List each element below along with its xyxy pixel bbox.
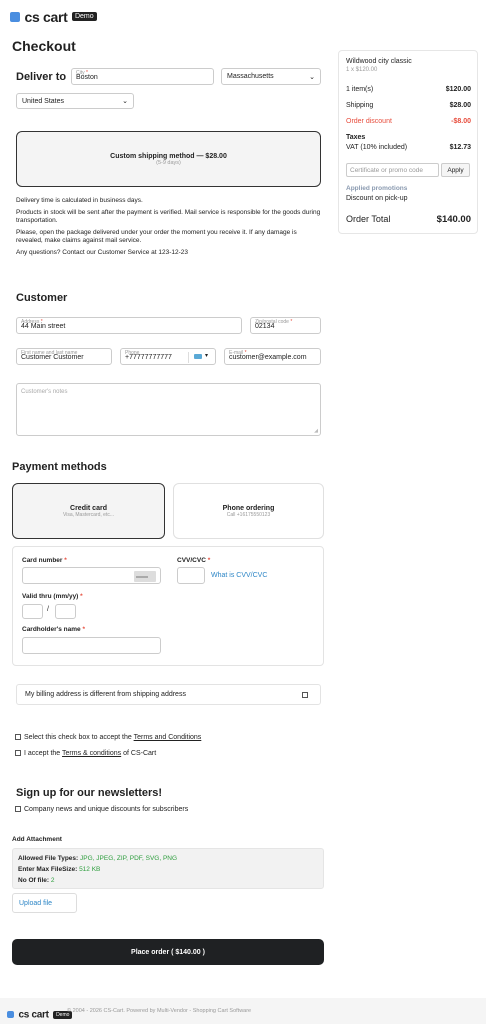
terms-checkbox-1[interactable]	[15, 734, 21, 741]
apply-promo-button[interactable]: Apply	[441, 163, 470, 177]
summary-shipping-row: Shipping $28.00	[346, 102, 471, 109]
order-total-row: Order Total $140.00	[346, 214, 471, 225]
attachment-info: Allowed File Types: JPG, JPEG, ZIP, PDF,…	[12, 848, 324, 889]
upload-file-button[interactable]: Upload file	[12, 893, 77, 913]
taxes-label: Taxes	[346, 134, 366, 141]
site-logo[interactable]: cs cart Demo	[10, 8, 97, 26]
email-field[interactable]: E-mail * customer@example.com	[224, 348, 321, 365]
zip-field[interactable]: Zip/postal code * 02134	[250, 317, 321, 334]
delivery-info: Delivery time is calculated in business …	[16, 197, 322, 261]
terms-checkbox-2[interactable]	[15, 750, 21, 757]
expiry-month-input[interactable]	[22, 604, 43, 619]
payment-method-phone[interactable]: Phone ordering Call +16175550123	[173, 483, 324, 539]
place-order-button[interactable]: Place order ( $140.00 )	[12, 939, 324, 965]
credit-card-icon	[134, 571, 156, 582]
cvv-help-link[interactable]: What is CVV/CVC	[211, 572, 267, 579]
demo-badge: Demo	[71, 12, 97, 22]
chevron-down-icon: ⌄	[122, 98, 128, 105]
cvv-label: CVV/CVC *	[177, 557, 211, 564]
cardholder-label: Cardholder's name *	[22, 626, 85, 633]
customer-notes[interactable]: Customer's notes ◢	[16, 383, 321, 436]
info-line: Delivery time is calculated in business …	[16, 197, 143, 204]
city-field[interactable]: City * Boston	[71, 68, 214, 85]
phone-field[interactable]: Phone +77777777777 ▾	[120, 348, 216, 365]
terms-row-1[interactable]: Select this check box to accept the Term…	[15, 734, 201, 741]
payment-heading: Payment methods	[12, 461, 107, 473]
summary-items-row: 1 item(s) $120.00	[346, 86, 471, 93]
order-summary: Wildwood city classic 1 x $120.00 1 item…	[338, 50, 478, 234]
deliver-heading: Deliver to	[16, 71, 67, 83]
terms-row-2[interactable]: I accept the Terms & conditions of CS-Ca…	[15, 750, 156, 757]
customer-heading: Customer	[16, 292, 68, 304]
footer-logo[interactable]: cs cart Demo	[7, 1006, 73, 1024]
payment-method-credit-card[interactable]: Credit card Visa, Mastercard, etc...	[12, 483, 165, 539]
card-number-input[interactable]	[22, 567, 161, 584]
state-select[interactable]: Massachusetts ⌄	[221, 68, 321, 85]
newsletter-checkbox[interactable]	[15, 806, 21, 813]
chevron-down-icon: ⌄	[309, 73, 315, 81]
info-line: Products in stock will be sent after the…	[16, 209, 321, 224]
cardholder-input[interactable]	[22, 637, 161, 654]
city-value: Boston	[76, 74, 98, 81]
product-name[interactable]: Wildwood city classic	[346, 58, 412, 65]
resize-handle-icon[interactable]: ◢	[314, 428, 318, 434]
shipping-title: Custom shipping method — $28.00	[110, 152, 227, 160]
country-select[interactable]: United States ⌄	[16, 93, 134, 109]
terms-link[interactable]: Terms and Conditions	[134, 734, 202, 741]
card-number-label: Card number *	[22, 557, 67, 564]
expiry-year-input[interactable]	[55, 604, 76, 619]
expiry-separator: /	[47, 606, 49, 613]
logo-text: cs cart	[24, 8, 68, 25]
summary-discount-row: Order discount -$8.00	[346, 118, 471, 125]
attachment-heading: Add Attachment	[12, 836, 62, 843]
footer: cs cart Demo © 2004 - 2026 CS-Cart. Powe…	[0, 998, 486, 1024]
valid-thru-label: Valid thru (mm/yy) *	[22, 593, 83, 600]
newsletter-option[interactable]: Company news and unique discounts for su…	[15, 806, 188, 813]
terms-link[interactable]: Terms & conditions	[62, 750, 121, 757]
name-field[interactable]: First name and last name Customer Custom…	[16, 348, 112, 365]
promotion-item: Discount on pick-up	[346, 195, 408, 202]
cvv-input[interactable]	[177, 567, 205, 584]
summary-vat-row: VAT (10% included) $12.73	[346, 144, 471, 151]
product-qty: 1 x $120.00	[346, 67, 378, 73]
info-line: Please, open the package delivered under…	[16, 229, 297, 244]
newsletter-heading: Sign up for our newsletters!	[16, 787, 163, 799]
chevron-down-icon: ▾	[205, 353, 209, 359]
shipping-method-card[interactable]: Custom shipping method — $28.00 (5-9 day…	[16, 131, 321, 187]
billing-different-row[interactable]: My billing address is different from shi…	[16, 684, 321, 705]
footer-copyright: © 2004 - 2026 CS-Cart. Powered by Multi-…	[67, 1008, 252, 1014]
flag-icon[interactable]	[194, 354, 202, 359]
shipping-sub: (5-9 days)	[156, 159, 181, 166]
logo-icon	[10, 11, 20, 22]
applied-promotions-label: Applied promotions	[346, 185, 408, 192]
promo-code-input[interactable]: Certificate or promo code	[346, 163, 439, 177]
page-title: Checkout	[12, 38, 76, 54]
address-field[interactable]: Address * 44 Main street	[16, 317, 242, 334]
logo-icon	[7, 1011, 14, 1019]
info-line: Any questions? Contact our Customer Serv…	[16, 249, 188, 256]
billing-checkbox[interactable]	[302, 692, 308, 698]
